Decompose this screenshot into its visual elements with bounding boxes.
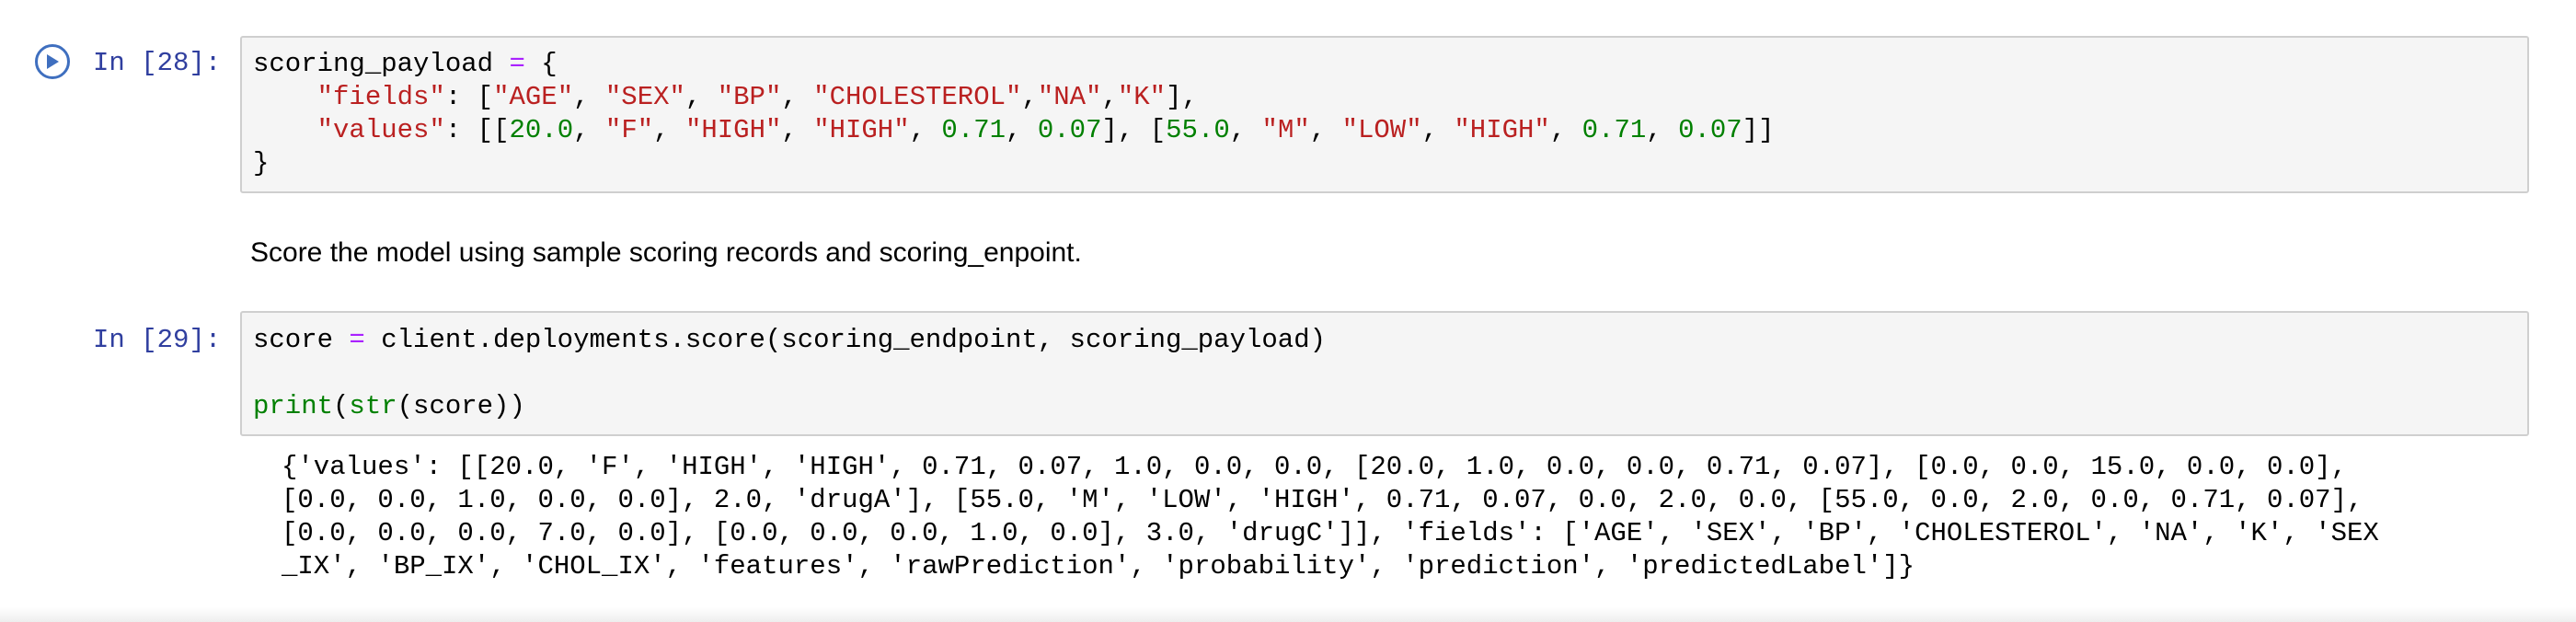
code-line: scoring_payload = { — [253, 48, 558, 81]
output-line: _IX', 'BP_IX', 'CHOL_IX', 'features', 'r… — [282, 551, 1915, 582]
code-line: "values": [[20.0, "F", "HIGH", "HIGH", 0… — [253, 114, 1775, 147]
run-cell-icon — [47, 54, 59, 69]
code-token: 0.71 — [941, 115, 1006, 145]
code-line: } — [253, 147, 269, 180]
cell-prompt: In [29]: — [93, 325, 222, 355]
code-token: (score)) — [397, 391, 525, 421]
code-token: 0.71 — [1581, 115, 1647, 145]
code-token: = — [349, 325, 365, 355]
code-token: { — [541, 49, 558, 79]
code-token: "fields" — [316, 82, 445, 112]
code-token: } — [253, 148, 270, 179]
code-token: str — [349, 391, 397, 421]
code-line: print(str(score)) — [253, 390, 525, 423]
output-line: [0.0, 0.0, 0.0, 7.0, 0.0], [0.0, 0.0, 0.… — [282, 518, 2379, 548]
markdown-text: Score the model using sample scoring rec… — [250, 237, 1082, 268]
page-bottom-edge — [0, 607, 2576, 622]
code-token: "HIGH" — [684, 115, 782, 145]
code-token: ( — [333, 391, 350, 421]
code-token: "AGE" — [493, 82, 574, 112]
code-token: : [[ — [444, 115, 510, 145]
code-token: "values" — [316, 115, 445, 145]
code-token: score — [253, 325, 334, 355]
code-token: 20.0 — [509, 115, 574, 145]
code-token: "SEX" — [604, 82, 685, 112]
code-token: "HIGH" — [1454, 115, 1550, 145]
code-line: score = client.deployments.score(scoring… — [253, 324, 1326, 357]
code-token: "M" — [1261, 115, 1310, 145]
code-token: "NA" — [1037, 82, 1102, 112]
cell-prompt: In [28]: — [93, 48, 222, 78]
code-token: : [ — [444, 82, 494, 112]
code-token: client.deployments.score(scoring_endpoin… — [381, 325, 1327, 355]
code-token: "BP" — [717, 82, 782, 112]
code-token: 0.07 — [1678, 115, 1742, 145]
code-line: "fields": ["AGE", "SEX", "BP", "CHOLESTE… — [253, 81, 1198, 114]
run-cell-button[interactable] — [35, 44, 70, 79]
code-token: 55.0 — [1166, 115, 1230, 145]
output-line: {'values': [[20.0, 'F', 'HIGH', 'HIGH', … — [282, 452, 2347, 482]
code-token: "F" — [604, 115, 654, 145]
code-token: scoring_payload — [253, 49, 494, 79]
code-token: "K" — [1117, 82, 1167, 112]
code-token: 0.07 — [1037, 115, 1102, 145]
code-token: "LOW" — [1341, 115, 1422, 145]
code-token: "CHOLESTEROL" — [813, 82, 1022, 112]
code-token: "HIGH" — [813, 115, 910, 145]
code-token: = — [509, 49, 525, 79]
code-token: print — [253, 391, 334, 421]
output-line: [0.0, 0.0, 1.0, 0.0, 0.0], 2.0, 'drugA']… — [282, 485, 2363, 515]
